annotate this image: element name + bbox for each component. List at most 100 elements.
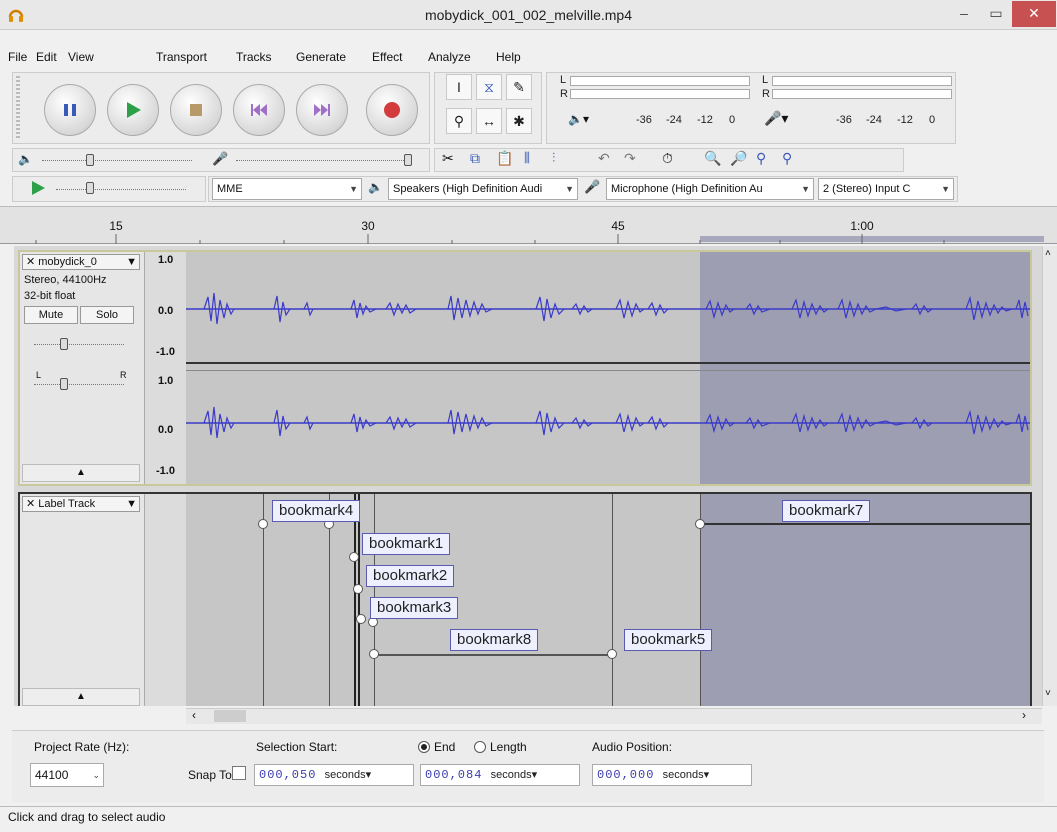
output-volume-thumb[interactable] (86, 154, 94, 166)
pause-button[interactable] (44, 84, 96, 136)
selection-tool-button[interactable]: I (446, 74, 472, 100)
horizontal-scrollbar[interactable] (186, 708, 1042, 724)
recording-device-select[interactable]: Microphone (High Definition Au ▼ (606, 178, 814, 200)
label-handle[interactable] (349, 552, 359, 562)
record-button[interactable] (366, 84, 418, 136)
zoom-in-icon[interactable]: 🔍 (704, 150, 721, 167)
trim-icon[interactable]: ⫼ (524, 150, 530, 166)
silence-icon[interactable]: ⫶ (552, 150, 555, 166)
horizontal-scroll-thumb[interactable] (214, 710, 246, 722)
play-meter-tick: -36 (636, 114, 652, 126)
label-handle[interactable] (369, 649, 379, 659)
playback-device-select[interactable]: Speakers (High Definition Audi ▼ (388, 178, 578, 200)
snap-to-checkbox[interactable] (232, 766, 246, 780)
channels-select[interactable]: 2 (Stereo) Input C ▼ (818, 178, 954, 200)
audio-position-field[interactable]: 000,000 seconds▾ (592, 764, 752, 786)
selection-start-field[interactable]: 000,050 seconds▾ (254, 764, 414, 786)
stop-button[interactable] (170, 84, 222, 136)
collapse-label-track-button[interactable]: ▲ (22, 688, 140, 706)
menu-effect[interactable]: Effect (372, 46, 402, 68)
selection-end-field[interactable]: 000,084 seconds▾ (420, 764, 580, 786)
input-volume-thumb[interactable] (404, 154, 412, 166)
maximize-button[interactable]: ▭ (980, 1, 1012, 27)
label-handle[interactable] (695, 519, 705, 529)
cut-icon[interactable]: ✂ (442, 150, 454, 167)
fit-selection-icon[interactable]: ⚲ (756, 150, 766, 167)
output-volume-slider[interactable] (42, 160, 192, 162)
play-button[interactable] (107, 84, 159, 136)
input-volume-slider[interactable] (236, 160, 410, 162)
audio-position-unit: seconds (662, 769, 704, 781)
record-meter-mic-icon[interactable]: 🎤▾ (764, 110, 794, 130)
menu-transport[interactable]: Transport (156, 46, 207, 68)
scroll-left-icon[interactable]: ‹ (192, 708, 196, 722)
sync-lock-icon[interactable]: ⏱ (662, 150, 673, 167)
close-button[interactable]: ✕ (1012, 1, 1056, 27)
menu-analyze[interactable]: Analyze (428, 46, 471, 68)
gain-slider[interactable] (34, 344, 124, 346)
label-bookmark5[interactable]: bookmark5 (624, 629, 713, 651)
toolbar-grip[interactable] (16, 76, 20, 138)
label-handle[interactable] (356, 614, 366, 624)
zoom-tool-button[interactable]: ⚲ (446, 108, 472, 134)
timeshift-tool-button[interactable]: ↔ (476, 108, 502, 134)
envelope-tool-button[interactable]: ⧖ (476, 74, 502, 100)
label-track-name-button[interactable]: ✕ Label Track ▼ (22, 496, 140, 512)
menu-generate[interactable]: Generate (296, 46, 346, 68)
zoom-out-icon[interactable]: 🔎 (730, 150, 747, 167)
menu-tracks[interactable]: Tracks (236, 46, 272, 68)
label-bookmark1[interactable]: bookmark1 (362, 533, 451, 555)
label-bookmark8[interactable]: bookmark8 (450, 629, 539, 651)
play-icon (32, 181, 45, 195)
redo-icon[interactable]: ↷ (624, 150, 636, 167)
play-at-speed-button[interactable] (30, 180, 46, 199)
vertical-scrollbar[interactable] (1042, 246, 1057, 706)
pan-thumb[interactable] (60, 378, 68, 390)
label-bookmark2[interactable]: bookmark2 (366, 565, 455, 587)
minimize-button[interactable]: – (948, 1, 980, 27)
label-bookmark7[interactable]: bookmark7 (782, 500, 871, 522)
label-bookmark4[interactable]: bookmark4 (272, 500, 361, 522)
collapse-track-button[interactable]: ▲ (22, 464, 140, 482)
audio-host-select[interactable]: MME ▼ (212, 178, 362, 200)
close-icon[interactable]: ✕ (23, 498, 38, 510)
project-rate-select[interactable]: 44100 ⌄ (30, 763, 104, 787)
scroll-down-icon[interactable]: ˅ (1045, 688, 1051, 699)
label-track-selection[interactable] (700, 494, 1030, 706)
audio-position-label: Audio Position: (592, 740, 673, 754)
menu-view[interactable]: View (68, 46, 94, 68)
skip-to-end-button[interactable] (296, 84, 348, 136)
skip-to-start-button[interactable] (233, 84, 285, 136)
label-bookmark3[interactable]: bookmark3 (370, 597, 459, 619)
audio-track-name-button[interactable]: ✕ mobydick_0 ▼ (22, 254, 140, 270)
copy-icon[interactable]: ⧉ (470, 150, 480, 167)
menu-help[interactable]: Help (496, 46, 521, 68)
paste-icon[interactable]: 📋 (496, 150, 513, 167)
menu-file[interactable]: File (8, 46, 27, 68)
playback-meter-right (570, 89, 750, 99)
pan-left-label: L (36, 370, 42, 380)
close-icon[interactable]: ✕ (23, 256, 38, 268)
label-handle[interactable] (607, 649, 617, 659)
play-speed-thumb[interactable] (86, 182, 94, 194)
scroll-right-icon[interactable]: › (1022, 708, 1026, 722)
menu-edit[interactable]: Edit (36, 46, 57, 68)
play-speed-slider[interactable] (56, 189, 186, 191)
length-radio[interactable] (474, 741, 486, 753)
draw-tool-button[interactable]: ✎ (506, 74, 532, 100)
meter-channel-l: L (560, 74, 567, 86)
fit-project-icon[interactable]: ⚲ (782, 150, 792, 167)
end-radio[interactable] (418, 741, 430, 753)
scroll-up-icon[interactable]: ˄ (1045, 248, 1051, 259)
label-handle[interactable] (353, 584, 363, 594)
multi-tool-button[interactable]: ✱ (506, 108, 532, 134)
snap-to-label: Snap To (188, 768, 232, 782)
rec-meter-channel-l: L (762, 74, 769, 86)
undo-icon[interactable]: ↶ (598, 150, 610, 167)
playback-meter-speaker-icon[interactable]: 🔈▾ (568, 112, 596, 132)
solo-button[interactable]: Solo (80, 306, 134, 324)
label-handle[interactable] (258, 519, 268, 529)
pan-slider[interactable] (34, 384, 124, 386)
mute-button[interactable]: Mute (24, 306, 78, 324)
gain-thumb[interactable] (60, 338, 68, 350)
